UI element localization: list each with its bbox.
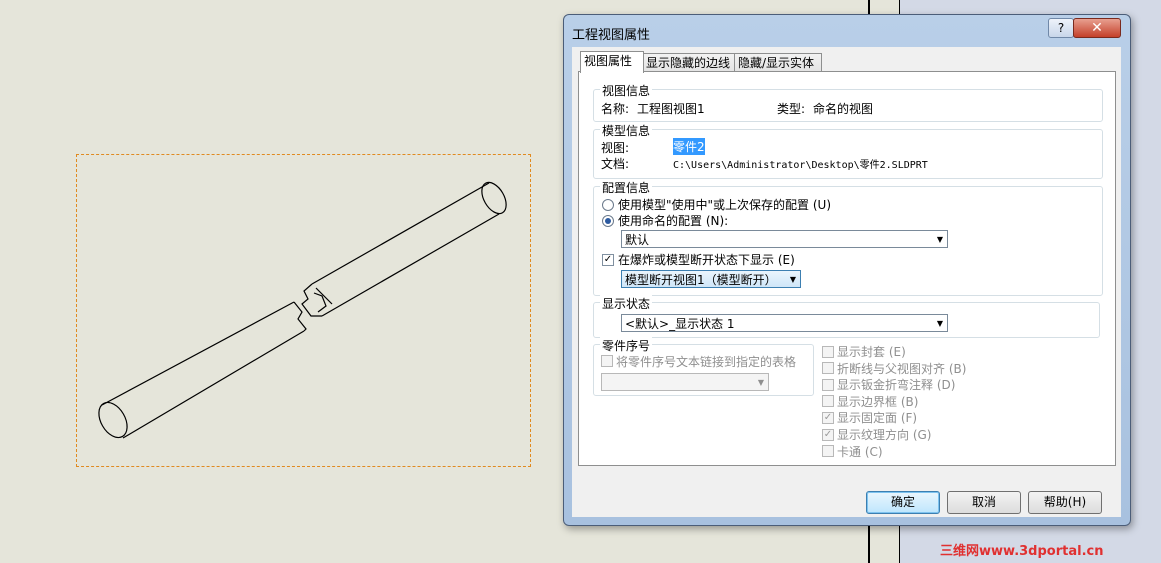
drawing-view-properties-dialog: 工程视图属性 ? ✕ 视图属性 显示隐藏的边线 隐藏/显示实体 视图信息 名称:…	[563, 14, 1131, 526]
view-name-value: 工程图视图1	[637, 102, 705, 116]
ok-button[interactable]: 确定	[866, 491, 940, 514]
use-model-config-label[interactable]: 使用模型"使用中"或上次保存的配置 (U)	[618, 196, 831, 213]
chevron-down-icon: ▼	[789, 275, 796, 284]
shaft-right-edge-bottom	[321, 213, 500, 317]
model-doc-label: 文档:	[601, 157, 630, 171]
named-config-dropdown[interactable]: 默认 ▼	[621, 230, 948, 248]
view-type-label: 类型:	[777, 102, 806, 116]
model-info-label: 模型信息	[600, 122, 653, 139]
site-watermark: 三维网www.3dportal.cn	[940, 544, 1104, 559]
fixed-face-checkbox: ✓	[822, 412, 834, 424]
fixed-face-label: 显示固定面 (F)	[837, 411, 918, 425]
show-envelope-checkbox	[822, 346, 834, 358]
model-view-value[interactable]: 零件2	[673, 138, 705, 155]
view-info-group: 视图信息 名称: 工程图视图1 类型: 命名的视图	[593, 82, 1103, 122]
show-exploded-label[interactable]: 在爆炸或模型断开状态下显示 (E)	[618, 251, 795, 268]
dialog-title: 工程视图属性	[572, 28, 651, 43]
bounding-box-checkbox	[822, 395, 834, 407]
link-balloon-checkbox	[601, 355, 613, 367]
view-name-label: 名称:	[601, 102, 630, 116]
balloon-table-dropdown: ▼	[601, 373, 769, 391]
balloon-group: 零件序号 将零件序号文本链接到指定的表格 ▼	[593, 337, 814, 396]
model-info-group: 模型信息 视图: 零件2 文档: C:\Users\Administrator\…	[593, 122, 1103, 179]
named-config-value: 默认	[625, 233, 650, 247]
show-envelope-label: 显示封套 (E)	[837, 345, 906, 359]
use-named-config-radio[interactable]	[602, 215, 614, 227]
broken-shaft-part[interactable]	[76, 154, 531, 467]
shaft-right-edge-top	[311, 182, 490, 285]
display-state-dropdown[interactable]: <默认>_显示状态 1 ▼	[621, 314, 948, 332]
break-view-dropdown[interactable]: 模型断开视图1（模型断开） ▼	[621, 270, 801, 288]
cartoon-checkbox	[822, 445, 834, 457]
view-info-label: 视图信息	[600, 82, 653, 99]
help-icon[interactable]: ?	[1048, 18, 1074, 38]
dialog-titlebar[interactable]: 工程视图属性 ? ✕	[564, 15, 1130, 47]
use-model-config-radio[interactable]	[602, 199, 614, 211]
view-type-value: 命名的视图	[813, 102, 874, 116]
config-info-group: 配置信息 使用模型"使用中"或上次保存的配置 (U) 使用命名的配置 (N): …	[593, 179, 1103, 296]
close-icon[interactable]: ✕	[1073, 18, 1121, 38]
link-balloon-label: 将零件序号文本链接到指定的表格	[616, 355, 797, 369]
chevron-down-icon: ▼	[936, 319, 943, 328]
sheetmetal-notes-checkbox	[822, 379, 834, 391]
model-doc-path: C:\Users\Administrator\Desktop\零件2.SLDPR…	[673, 160, 928, 171]
tab-hide-show-bodies[interactable]: 隐藏/显示实体	[734, 53, 822, 72]
display-state-value: <默认>_显示状态 1	[625, 317, 735, 331]
view-properties-panel: 视图信息 名称: 工程图视图1 类型: 命名的视图 模型信息 视图: 零件2 文…	[578, 71, 1116, 466]
cartoon-label: 卡通 (C)	[837, 445, 883, 459]
display-state-label: 显示状态	[600, 295, 653, 312]
display-state-group: 显示状态 <默认>_显示状态 1 ▼	[593, 295, 1100, 338]
cancel-button[interactable]: 取消	[947, 491, 1021, 514]
balloon-label: 零件序号	[600, 337, 653, 354]
bounding-box-label: 显示边界框 (B)	[837, 395, 919, 409]
shaft-left-edge-bottom	[122, 330, 305, 439]
chevron-down-icon: ▼	[757, 378, 764, 387]
break-view-value: 模型断开视图1（模型断开）	[625, 273, 777, 287]
tab-view-properties[interactable]: 视图属性	[580, 51, 644, 73]
break-align-label: 折断线与父视图对齐 (B)	[837, 362, 967, 376]
grain-direction-label: 显示纹理方向 (G)	[837, 428, 932, 442]
sheetmetal-notes-label: 显示钣金折弯注释 (D)	[837, 378, 956, 392]
grain-direction-checkbox: ✓	[822, 429, 834, 441]
shaft-right-end-face	[481, 181, 507, 215]
break-align-checkbox	[822, 362, 834, 374]
use-named-config-label[interactable]: 使用命名的配置 (N):	[618, 212, 728, 229]
help-button[interactable]: 帮助(H)	[1028, 491, 1102, 514]
tab-hidden-edges[interactable]: 显示隐藏的边线	[642, 53, 736, 72]
chevron-down-icon: ▼	[936, 235, 943, 244]
config-info-label: 配置信息	[600, 179, 653, 196]
model-view-label: 视图:	[601, 141, 630, 155]
show-exploded-checkbox[interactable]: ✓	[602, 254, 614, 266]
dialog-body: 视图属性 显示隐藏的边线 隐藏/显示实体 视图信息 名称: 工程图视图1 类型:…	[572, 47, 1121, 517]
